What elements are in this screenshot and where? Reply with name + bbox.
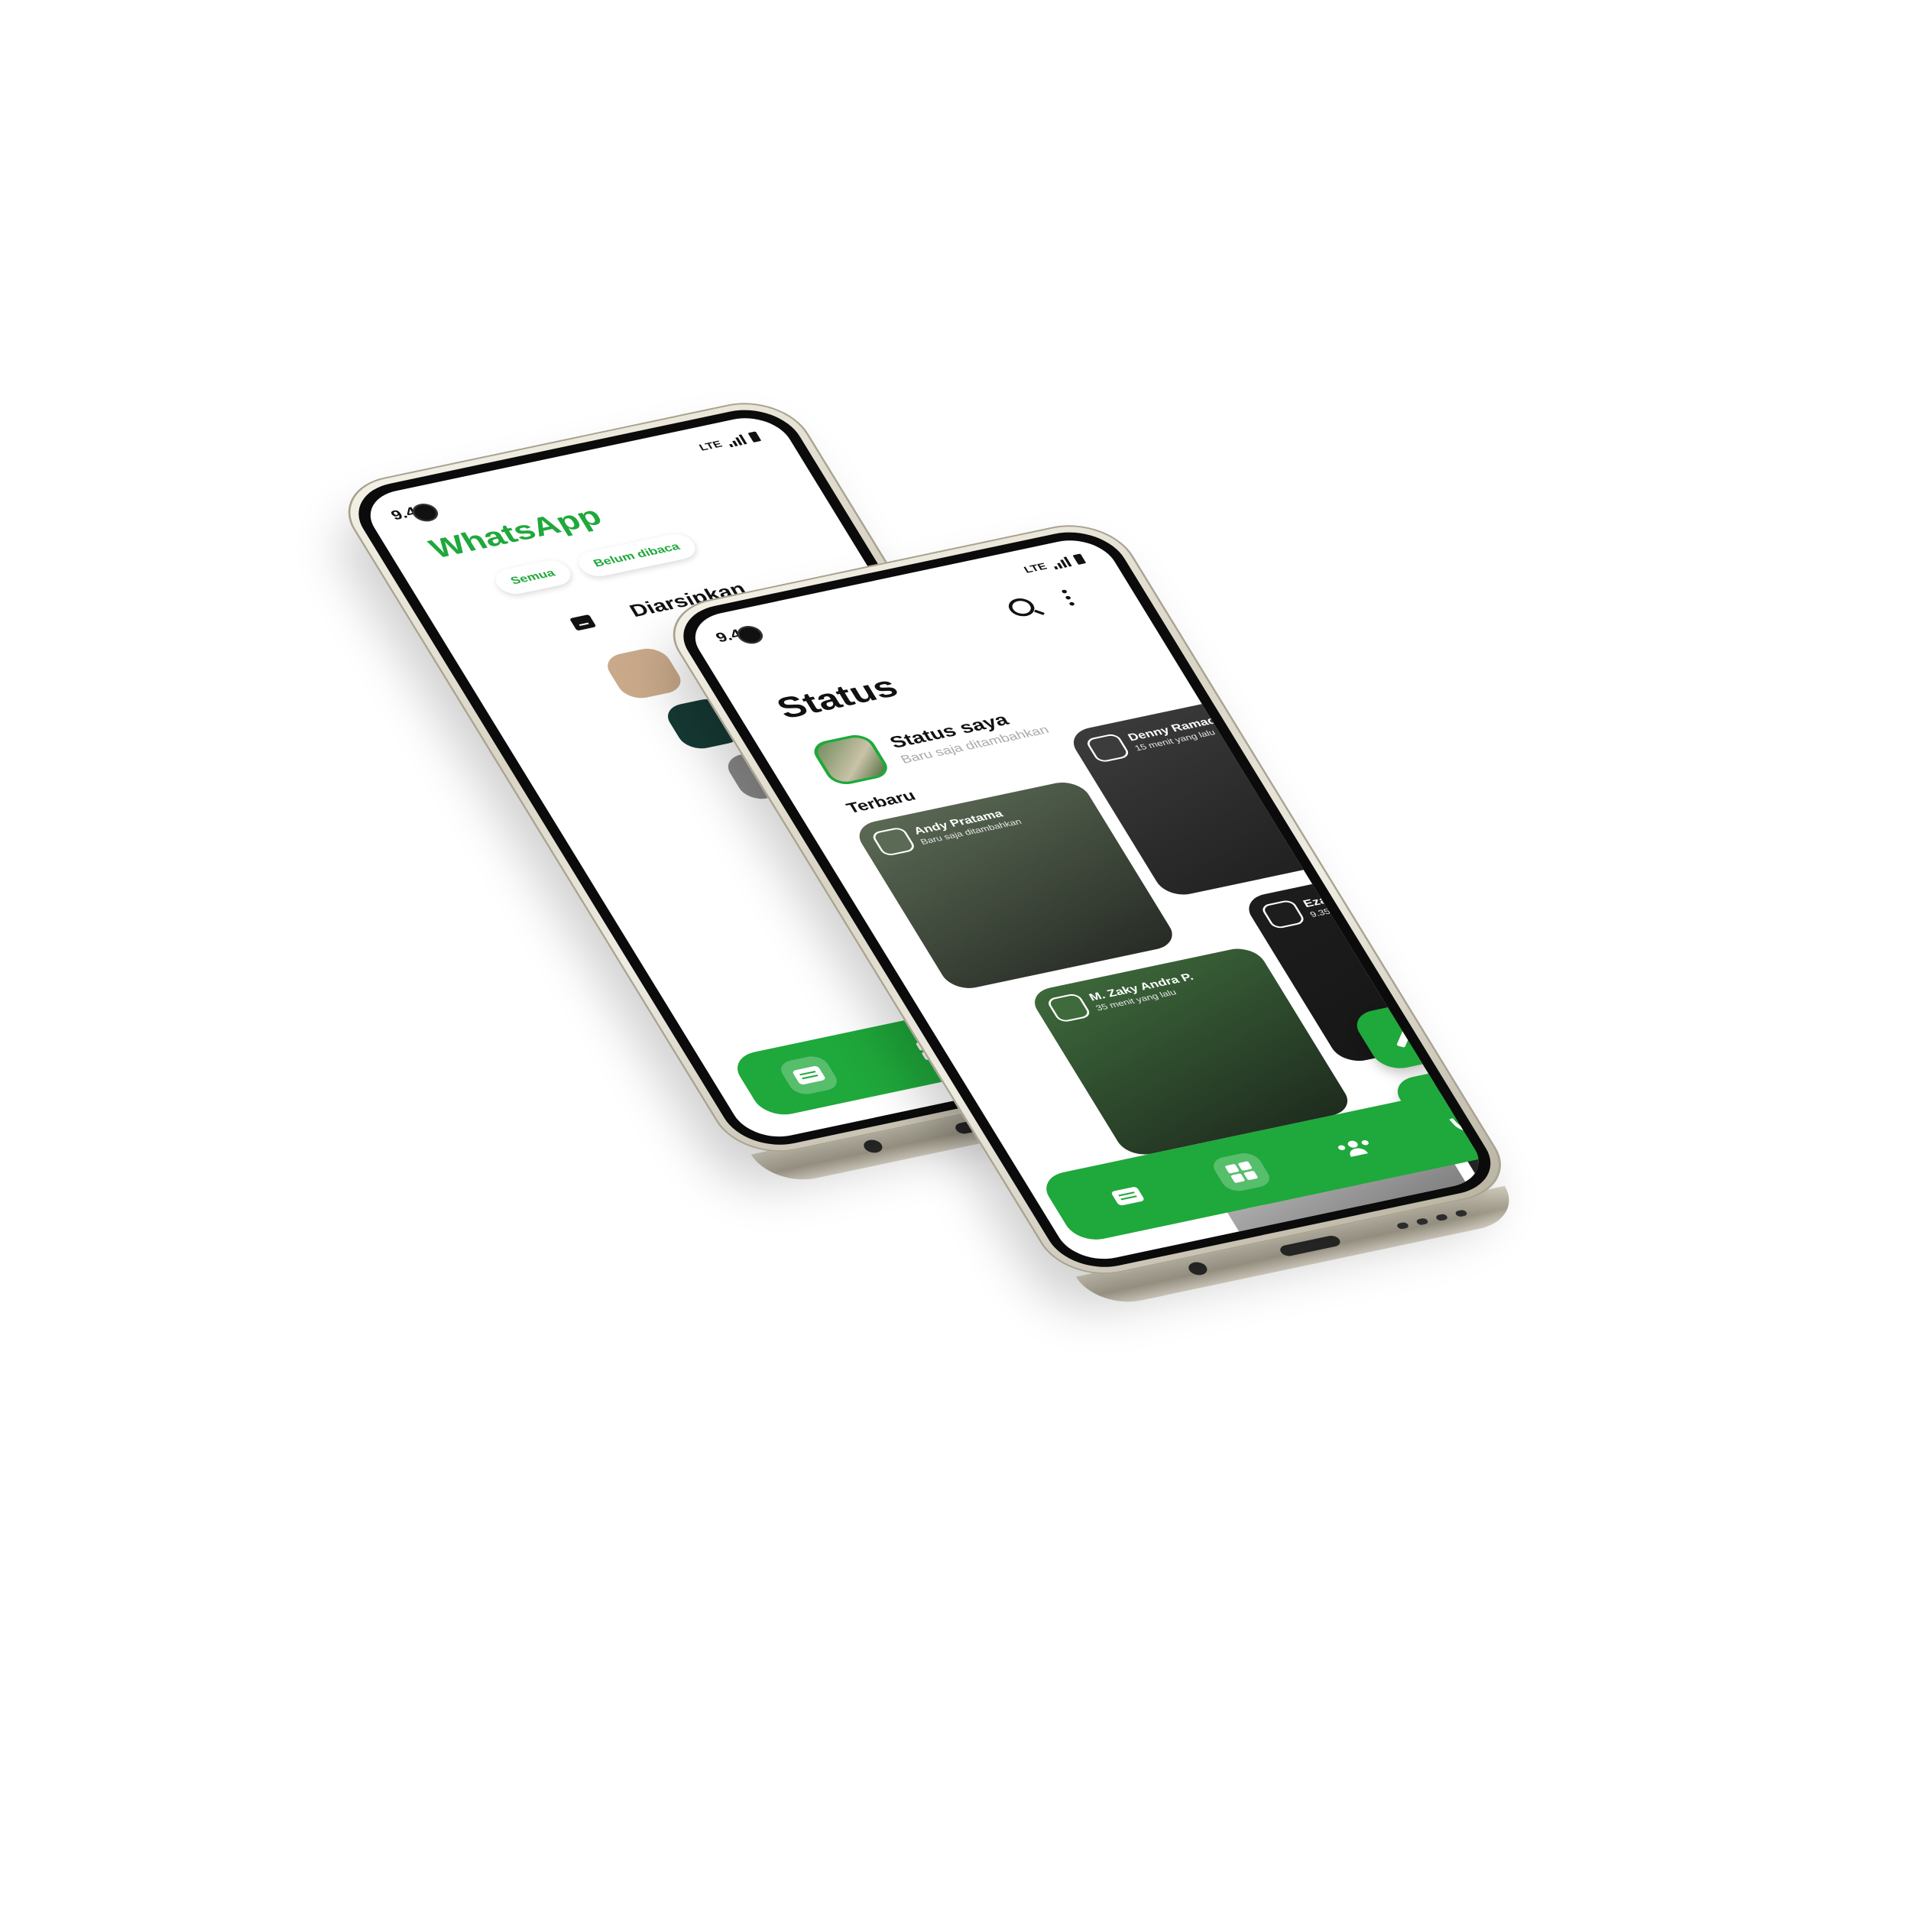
nav-chats[interactable] xyxy=(776,1054,842,1097)
battery-icon xyxy=(747,431,762,442)
headphone-jack xyxy=(861,1138,886,1155)
filter-chip-unread[interactable]: Belum dibaca xyxy=(572,531,701,580)
signal-icon xyxy=(725,434,747,448)
avatar xyxy=(1045,992,1093,1023)
search-icon[interactable] xyxy=(1004,596,1039,619)
speaker-grille xyxy=(1396,1221,1410,1230)
signal-indicators: LTE xyxy=(697,431,762,453)
usb-port xyxy=(1277,1234,1343,1258)
status-tile-header: M. Zaky Andra P. 35 menit yang lalu xyxy=(1045,969,1203,1023)
nav-chats[interactable] xyxy=(1094,1175,1160,1217)
community-icon xyxy=(1336,1138,1375,1159)
avatar xyxy=(808,732,893,787)
section-recent: Terbaru xyxy=(843,787,919,816)
speaker-grille xyxy=(1415,1217,1430,1226)
avatar xyxy=(601,645,688,702)
nav-updates[interactable] xyxy=(1208,1150,1275,1194)
mockup-scene: 9.40 LTE WhatsApp Semua Belum dibaca Dia… xyxy=(0,0,1932,1932)
page-title: Status xyxy=(770,669,905,725)
chat-icon xyxy=(1110,1186,1145,1207)
top-actions xyxy=(1004,588,1076,619)
speaker-grille xyxy=(1454,1209,1469,1217)
apps-grid-icon xyxy=(1224,1161,1259,1184)
network-label: LTE xyxy=(1022,561,1049,575)
status-time: 6.12 AM xyxy=(1489,1091,1493,1106)
archive-icon xyxy=(569,614,597,631)
signal-icon xyxy=(1050,556,1072,570)
status-tile-header: Andy Pratama Baru saja ditambahkan xyxy=(870,803,1025,857)
speaker-grille xyxy=(1434,1213,1449,1222)
status-author: Alya Rohadatul 'Aisy xyxy=(1481,1058,1493,1097)
network-label: LTE xyxy=(697,439,724,453)
battery-icon xyxy=(1072,553,1087,565)
nav-communities[interactable] xyxy=(1322,1126,1388,1169)
chat-icon xyxy=(791,1065,827,1085)
avatar xyxy=(1084,732,1132,763)
filter-chip-all[interactable]: Semua xyxy=(490,557,576,598)
more-options-icon[interactable] xyxy=(1061,588,1075,606)
signal-indicators: LTE xyxy=(1022,553,1087,575)
avatar xyxy=(1259,899,1307,930)
headphone-jack xyxy=(1185,1260,1211,1277)
avatar xyxy=(870,826,917,857)
